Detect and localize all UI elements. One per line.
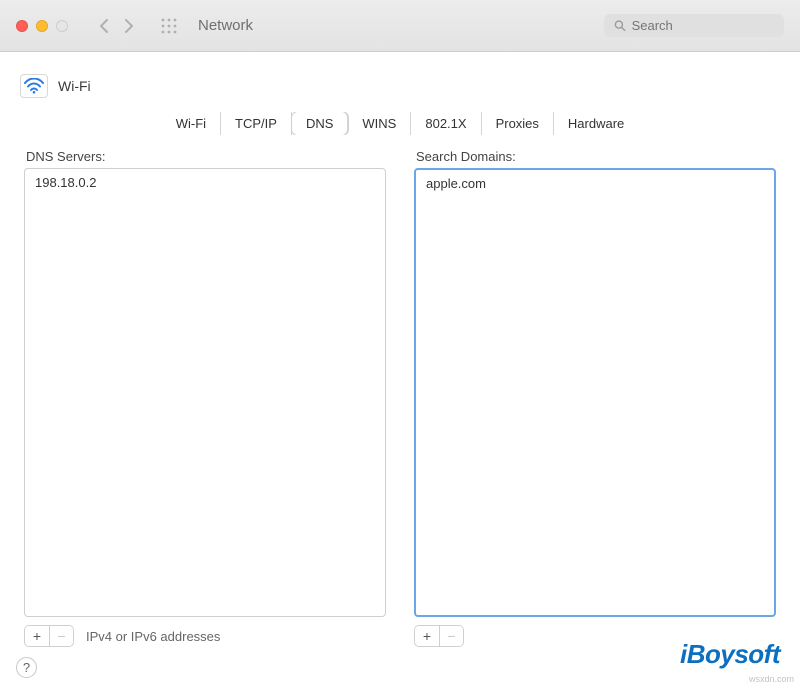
dns-servers-label: DNS Servers: (24, 149, 386, 164)
tab-proxies[interactable]: Proxies (482, 112, 554, 135)
titlebar: Network (0, 0, 800, 52)
chevron-right-icon (125, 19, 134, 33)
minimize-window-button[interactable] (36, 20, 48, 32)
dns-servers-column: DNS Servers: 198.18.0.2 + − IPv4 or IPv6… (24, 149, 386, 647)
chevron-left-icon (99, 19, 108, 33)
help-button[interactable]: ? (16, 657, 37, 678)
settings-tabs: Wi-FiTCP/IPDNSWINS802.1XProxiesHardware (162, 112, 639, 135)
footer: ? (16, 647, 784, 678)
tab-tcp-ip[interactable]: TCP/IP (221, 112, 292, 135)
traffic-lights (16, 20, 68, 32)
forward-button[interactable] (118, 15, 140, 37)
search-domains-column: Search Domains: apple.com + − (414, 149, 776, 647)
dns-add-remove-group: + − (24, 625, 74, 647)
content-area: Wi-Fi Wi-FiTCP/IPDNSWINS802.1XProxiesHar… (0, 52, 800, 688)
tab-802-1x[interactable]: 802.1X (411, 112, 481, 135)
tab-hardware[interactable]: Hardware (554, 112, 638, 135)
tab-wins[interactable]: WINS (348, 112, 411, 135)
pane-header: Wi-Fi (16, 64, 784, 112)
tab-wi-fi[interactable]: Wi-Fi (162, 112, 221, 135)
domains-remove-button[interactable]: − (439, 626, 463, 646)
search-input[interactable] (632, 18, 774, 33)
search-domain-item[interactable]: apple.com (416, 170, 774, 197)
domains-add-remove-group: + − (414, 625, 464, 647)
network-settings-window: Network Wi-Fi Wi-FiTCP/IPDNSWINS802.1XPr… (0, 0, 800, 688)
back-button[interactable] (92, 15, 114, 37)
dns-servers-controls: + − IPv4 or IPv6 addresses (24, 625, 386, 647)
pane-title: Wi-Fi (58, 78, 91, 94)
wifi-icon (24, 78, 44, 94)
search-icon (614, 19, 626, 32)
nav-arrows (92, 15, 140, 37)
wifi-icon-box (20, 74, 48, 98)
zoom-window-button[interactable] (56, 20, 68, 32)
window-title: Network (198, 17, 253, 34)
dns-columns: DNS Servers: 198.18.0.2 + − IPv4 or IPv6… (16, 149, 784, 647)
domains-add-button[interactable]: + (415, 626, 439, 646)
search-field-wrap[interactable] (604, 14, 784, 37)
dns-add-button[interactable]: + (25, 626, 49, 646)
app-grid-button[interactable] (158, 15, 180, 37)
dns-server-item[interactable]: 198.18.0.2 (25, 169, 385, 196)
dns-hint: IPv4 or IPv6 addresses (86, 629, 220, 644)
dns-remove-button[interactable]: − (49, 626, 73, 646)
search-domains-controls: + − (414, 625, 776, 647)
search-domains-label: Search Domains: (414, 149, 776, 164)
grid-icon (161, 18, 177, 34)
dns-servers-list[interactable]: 198.18.0.2 (24, 168, 386, 617)
tab-dns[interactable]: DNS (292, 112, 348, 135)
close-window-button[interactable] (16, 20, 28, 32)
search-domains-list[interactable]: apple.com (414, 168, 776, 617)
